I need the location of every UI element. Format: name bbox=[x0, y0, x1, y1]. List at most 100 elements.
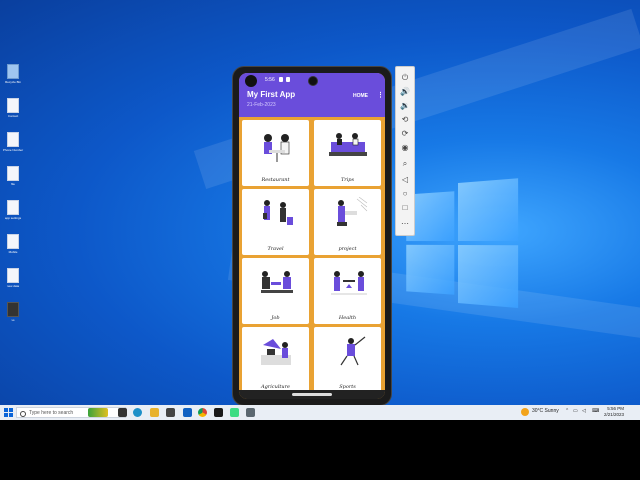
desktop-shortcut[interactable]: Phone Number bbox=[2, 128, 24, 162]
desktop-shortcut-label: Phone Number bbox=[2, 148, 24, 152]
desktop-shortcut[interactable]: file bbox=[2, 162, 24, 196]
restaurant-illustration-icon bbox=[264, 134, 290, 162]
phone-screen: 5:56 My First App 21-Feb-2023 HOME ⋮ Res… bbox=[239, 73, 385, 399]
chrome-icon[interactable] bbox=[198, 408, 207, 417]
desktop-shortcut-label: file bbox=[11, 182, 15, 186]
android-studio-icon[interactable] bbox=[230, 408, 239, 417]
category-card-label: Health bbox=[338, 315, 357, 321]
volume-down-icon[interactable]: 🔉 bbox=[400, 101, 410, 111]
taskbar: Type here to search 30°C Sunny ⌃ ▭ ◁ ⌨ 5… bbox=[0, 405, 640, 420]
weather-text: 30°C Sunny bbox=[532, 408, 559, 414]
category-card[interactable]: Job bbox=[242, 258, 309, 324]
file-icon bbox=[7, 132, 19, 147]
start-button[interactable] bbox=[4, 408, 13, 417]
desktop-shortcut[interactable]: Contact bbox=[2, 94, 24, 128]
category-card-label: Restaurant bbox=[261, 177, 290, 183]
gesture-nav-bar bbox=[239, 390, 385, 399]
category-card[interactable]: Trips bbox=[314, 120, 381, 186]
category-card[interactable]: Travel bbox=[242, 189, 309, 255]
category-card[interactable]: project bbox=[314, 189, 381, 255]
rotate-right-icon[interactable]: ⟳ bbox=[400, 129, 410, 139]
sports-illustration-icon bbox=[340, 336, 366, 366]
desktop-background: Recycle Bin Contact Phone Number file app se… bbox=[0, 0, 640, 420]
job-illustration-icon bbox=[261, 271, 293, 293]
desktop-shortcut-label: Recycle Bin bbox=[5, 80, 21, 84]
category-card-label: Travel bbox=[267, 246, 284, 252]
taskbar-clock[interactable]: 5:56 PM 2/21/2023 bbox=[604, 406, 624, 418]
status-bar: 5:56 bbox=[239, 73, 385, 87]
desktop-shortcut[interactable]: new data bbox=[2, 264, 24, 298]
camera-icon[interactable]: ◉ bbox=[400, 143, 410, 153]
category-card-label: Trips bbox=[340, 177, 355, 183]
more-icon[interactable]: ⋯ bbox=[400, 219, 410, 229]
agriculture-illustration-icon bbox=[261, 339, 291, 365]
file-icon bbox=[7, 268, 19, 283]
category-card[interactable]: Health bbox=[314, 258, 381, 324]
windows-logo-wallpaper bbox=[406, 178, 519, 308]
volume-icon[interactable]: ◁ bbox=[582, 408, 586, 414]
file-icon bbox=[7, 166, 19, 181]
health-illustration-icon bbox=[331, 271, 367, 295]
task-view-icon[interactable] bbox=[118, 408, 127, 417]
search-highlight-icon bbox=[88, 408, 108, 417]
desktop-shortcut[interactable]: Recycle Bin bbox=[2, 60, 24, 94]
category-card-label: Job bbox=[271, 315, 280, 321]
letterbox bbox=[0, 420, 640, 480]
volume-up-icon[interactable]: 🔊 bbox=[400, 87, 410, 97]
terminal-icon[interactable] bbox=[214, 408, 223, 417]
desktop-shortcut-label: vs bbox=[11, 318, 15, 322]
edge-icon[interactable] bbox=[133, 408, 142, 417]
app-date: 21-Feb-2023 bbox=[247, 102, 276, 108]
category-card[interactable]: Restaurant bbox=[242, 120, 309, 186]
file-icon bbox=[7, 234, 19, 249]
desktop-shortcut-label: Contact bbox=[7, 114, 19, 118]
taskbar-search-input[interactable]: Type here to search bbox=[16, 407, 126, 418]
desktop-icons: Recycle Bin Contact Phone Number file app se… bbox=[2, 60, 24, 332]
mail-icon[interactable] bbox=[183, 408, 192, 417]
desktop-shortcut-label: Mobile bbox=[8, 250, 18, 254]
project-illustration-icon bbox=[337, 197, 368, 226]
notification-icon bbox=[286, 77, 290, 82]
store-icon[interactable] bbox=[166, 408, 175, 417]
network-icon[interactable]: ▭ bbox=[573, 408, 578, 414]
tray-up-icon[interactable]: ⌃ bbox=[565, 408, 569, 414]
front-camera bbox=[308, 76, 318, 86]
home-menu-button[interactable]: HOME bbox=[353, 93, 368, 99]
zoom-icon[interactable]: ⌕ bbox=[400, 159, 410, 169]
weather-icon bbox=[521, 408, 529, 416]
emulator-toolbar: ⏻ 🔊 🔉 ⟲ ⟳ ◉ ⌕ ◁ ○ □ ⋯ bbox=[395, 66, 415, 236]
app-title: My First App bbox=[247, 90, 296, 99]
search-placeholder: Type here to search bbox=[29, 410, 74, 416]
category-card[interactable]: Agriculture bbox=[242, 327, 309, 393]
clock-date: 2/21/2023 bbox=[604, 412, 625, 417]
emulator-icon[interactable] bbox=[246, 408, 255, 417]
android-emulator-phone: 5:56 My First App 21-Feb-2023 HOME ⋮ Res… bbox=[232, 66, 392, 406]
desktop-shortcut[interactable]: Mobile bbox=[2, 230, 24, 264]
travel-illustration-icon bbox=[263, 200, 293, 225]
status-time: 5:56 bbox=[265, 77, 275, 83]
desktop-shortcut[interactable]: app settings bbox=[2, 196, 24, 230]
app-bar: 5:56 My First App 21-Feb-2023 HOME ⋮ bbox=[239, 73, 385, 117]
notification-icon bbox=[279, 77, 283, 82]
trips-illustration-icon bbox=[329, 133, 367, 156]
desktop-shortcut-label: new data bbox=[6, 284, 20, 288]
overview-icon[interactable]: □ bbox=[400, 203, 410, 213]
file-icon bbox=[7, 200, 19, 215]
category-card[interactable]: Sports bbox=[314, 327, 381, 393]
file-icon bbox=[7, 302, 19, 317]
category-card-label: project bbox=[338, 246, 357, 252]
avatar bbox=[245, 75, 257, 87]
rotate-left-icon[interactable]: ⟲ bbox=[400, 115, 410, 125]
home-icon[interactable]: ○ bbox=[400, 189, 410, 199]
file-icon bbox=[7, 98, 19, 113]
back-icon[interactable]: ◁ bbox=[400, 175, 410, 185]
recycle-bin-icon bbox=[7, 64, 19, 79]
overflow-menu-icon[interactable]: ⋮ bbox=[377, 91, 384, 99]
desktop-shortcut-label: app settings bbox=[4, 216, 22, 220]
search-icon bbox=[20, 411, 26, 417]
keyboard-icon[interactable]: ⌨ bbox=[592, 408, 599, 414]
desktop-shortcut[interactable]: vs bbox=[2, 298, 24, 332]
gesture-handle[interactable] bbox=[292, 393, 332, 396]
file-explorer-icon[interactable] bbox=[150, 408, 159, 417]
power-icon[interactable]: ⏻ bbox=[400, 73, 410, 83]
